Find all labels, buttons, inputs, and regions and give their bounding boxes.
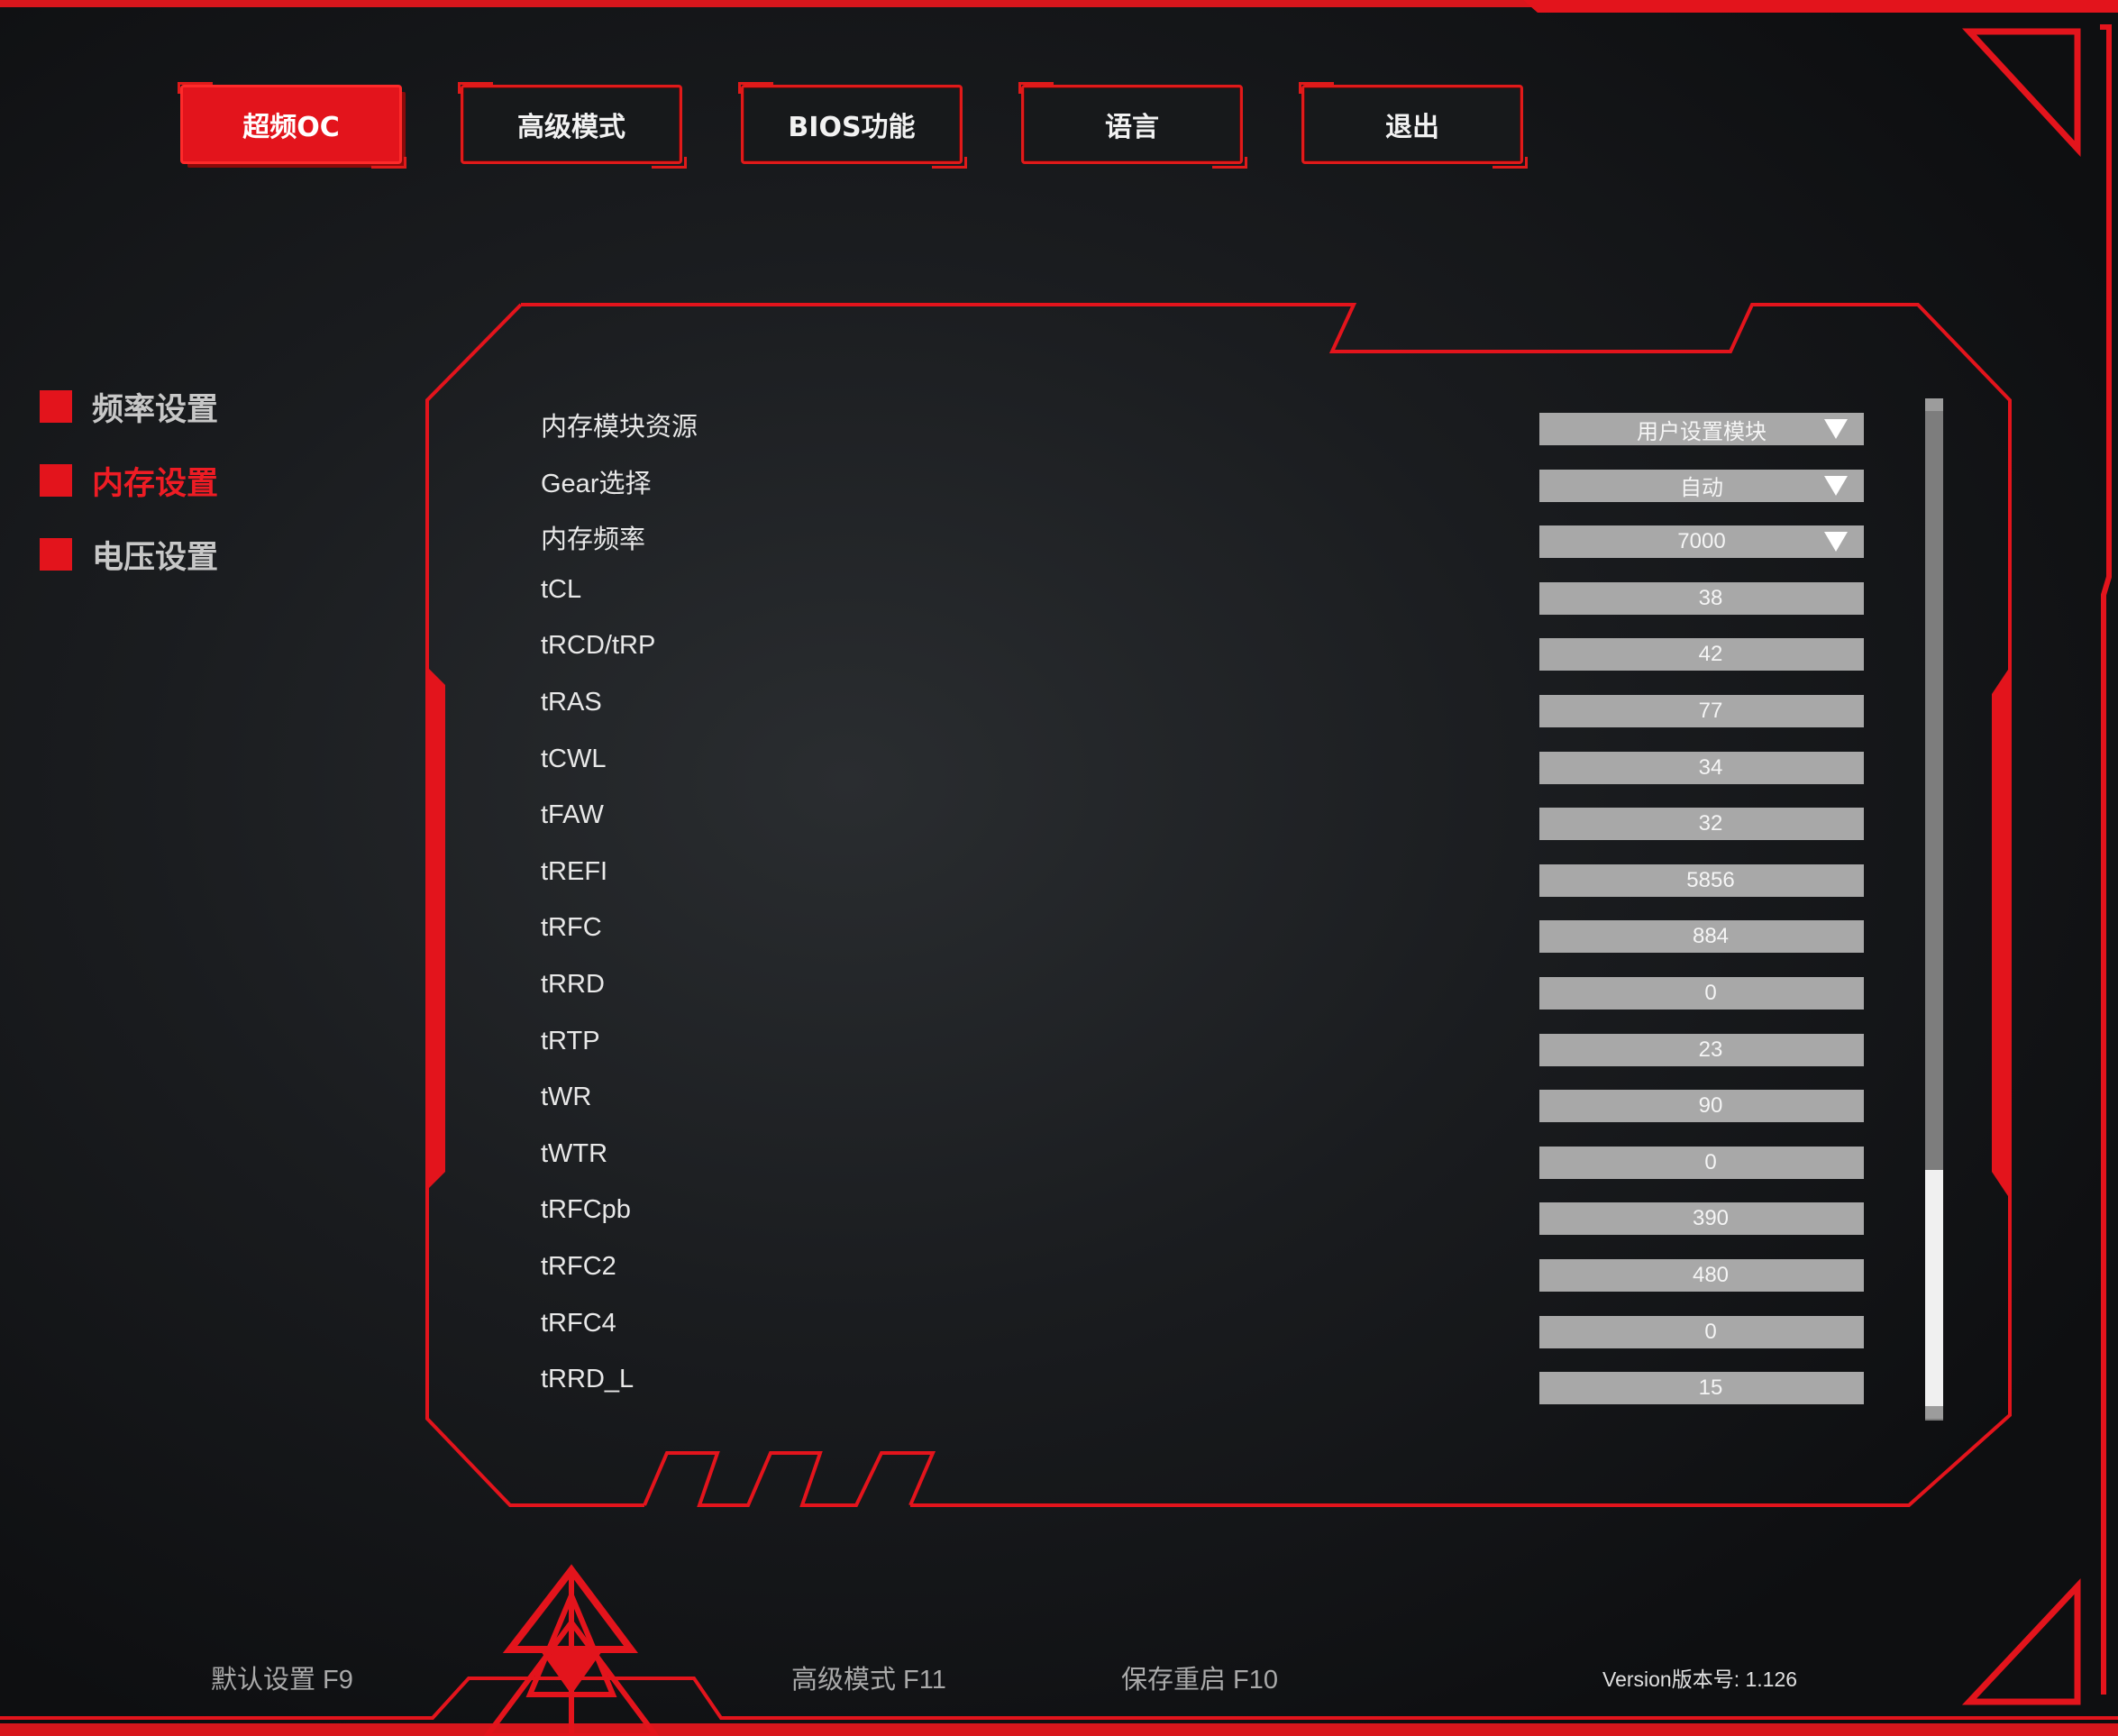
setting-value: 15 <box>1698 1375 1723 1401</box>
setting-row-trrd-l: tRRD_L 15 <box>541 1356 1866 1412</box>
setting-row-twtr: tWTR 0 <box>541 1130 1866 1187</box>
setting-value: 90 <box>1698 1093 1723 1119</box>
sidebar-item-frequency[interactable]: 频率设置 <box>40 370 218 443</box>
trefi-input[interactable]: 5856 <box>1539 863 1864 897</box>
setting-value: 5856 <box>1686 867 1735 892</box>
trtp-input[interactable]: 23 <box>1539 1033 1864 1066</box>
setting-value: 38 <box>1698 585 1723 610</box>
tcl-input[interactable]: 38 <box>1539 581 1864 615</box>
setting-row-trrd: tRRD 0 <box>541 961 1866 1018</box>
scrollbar-top-cap <box>1925 398 1943 411</box>
sidebar-item-label: 电压设置 <box>92 539 219 576</box>
square-bullet-icon <box>40 538 72 571</box>
advanced-mode-button[interactable]: 高级模式 F11 <box>791 1658 946 1696</box>
setting-row-tras: tRAS 77 <box>541 679 1866 736</box>
scrollbar-thumb[interactable] <box>1925 1170 1943 1406</box>
setting-row-gear: Gear选择 自动 <box>541 453 1866 510</box>
memory-frequency-dropdown[interactable]: 7000 <box>1539 525 1864 559</box>
setting-label: tRRD_L <box>541 1365 634 1394</box>
scrollbar-bottom-cap <box>1925 1406 1943 1419</box>
tab-advanced-mode[interactable]: 高级模式 <box>458 82 687 169</box>
setting-label: tRFCpb <box>541 1195 631 1225</box>
memory-settings-list: 内存模块资源 用户设置模块 Gear选择 自动 内存频率 7000 tCL 38… <box>541 397 1866 1412</box>
sidebar-item-label: 频率设置 <box>92 391 219 428</box>
setting-label: tRFC <box>541 913 602 943</box>
setting-label: tRCD/tRP <box>541 631 656 661</box>
triangle-down-icon <box>1824 419 1848 439</box>
tfaw-input[interactable]: 32 <box>1539 808 1864 841</box>
square-bullet-icon <box>40 464 72 497</box>
setting-label: tRRD <box>541 969 605 999</box>
sidebar-item-voltage[interactable]: 电压设置 <box>40 517 218 591</box>
triangle-down-icon <box>1824 532 1848 553</box>
version-label: Version版本号: 1.126 <box>1602 1667 1798 1691</box>
setting-row-memory-frequency: 内存频率 7000 <box>541 509 1866 566</box>
setting-row-tcl: tCL 38 <box>541 566 1866 623</box>
triangle-down-icon <box>1824 475 1848 496</box>
setting-row-trfc: tRFC 884 <box>541 904 1866 961</box>
setting-value: 23 <box>1698 1037 1723 1062</box>
setting-label: tWTR <box>541 1138 608 1168</box>
square-bullet-icon <box>40 390 72 423</box>
setting-row-trfc4: tRFC4 0 <box>541 1300 1866 1357</box>
setting-row-trfcpb: tRFCpb 390 <box>541 1186 1866 1243</box>
setting-value: 0 <box>1704 980 1717 1005</box>
setting-label: tFAW <box>541 800 604 830</box>
tab-overclock[interactable]: 超频OC <box>178 82 406 169</box>
setting-row-tcwl: tCWL 34 <box>541 736 1866 792</box>
setting-label: tCL <box>541 574 582 604</box>
sidebar: 频率设置 内存设置 电压设置 <box>40 370 218 591</box>
tras-input[interactable]: 77 <box>1539 694 1864 727</box>
setting-row-trcd-trp: tRCD/tRP 42 <box>541 622 1866 679</box>
setting-label: 内存频率 <box>541 525 646 555</box>
setting-label: tRAS <box>541 687 602 717</box>
trfc-input[interactable]: 884 <box>1539 920 1864 954</box>
setting-value: 42 <box>1698 642 1723 667</box>
trrd-l-input[interactable]: 15 <box>1539 1372 1864 1405</box>
setting-value: 32 <box>1698 811 1723 836</box>
tcwl-input[interactable]: 34 <box>1539 751 1864 784</box>
setting-label: tRFC4 <box>541 1308 616 1338</box>
tab-exit[interactable]: 退出 <box>1299 82 1528 169</box>
setting-value: 34 <box>1698 754 1723 780</box>
twr-input[interactable]: 90 <box>1539 1090 1864 1123</box>
save-restart-button[interactable]: 保存重启 F10 <box>1121 1658 1278 1696</box>
default-settings-button[interactable]: 默认设置 F9 <box>211 1658 353 1696</box>
tab-bios-features[interactable]: BIOS功能 <box>738 82 967 169</box>
triangle-emblem-logo <box>483 1564 660 1736</box>
setting-label: tWR <box>541 1083 592 1112</box>
setting-row-memory-profile: 内存模块资源 用户设置模块 <box>541 397 1866 453</box>
setting-row-trtp: tRTP 23 <box>541 1018 1866 1074</box>
setting-label: tREFI <box>541 856 608 886</box>
sidebar-item-label: 内存设置 <box>92 465 219 502</box>
setting-value: 480 <box>1692 1262 1730 1287</box>
trcd-trp-input[interactable]: 42 <box>1539 638 1864 672</box>
trrd-input[interactable]: 0 <box>1539 976 1864 1010</box>
setting-value: 884 <box>1692 924 1730 949</box>
setting-value: 7000 <box>1677 529 1726 554</box>
setting-label: tCWL <box>541 744 607 773</box>
setting-value: 0 <box>1704 1319 1717 1344</box>
setting-label: Gear选择 <box>541 469 652 498</box>
setting-value: 77 <box>1698 698 1723 723</box>
setting-value: 自动 <box>1680 476 1723 501</box>
gear-dropdown[interactable]: 自动 <box>1539 469 1864 502</box>
setting-label: tRFC2 <box>541 1251 616 1281</box>
setting-row-trfc2: tRFC2 480 <box>541 1243 1866 1300</box>
setting-value: 0 <box>1704 1149 1717 1174</box>
setting-value: 390 <box>1692 1206 1730 1231</box>
memory-profile-dropdown[interactable]: 用户设置模块 <box>1539 413 1864 445</box>
setting-value: 用户设置模块 <box>1637 419 1767 444</box>
tab-language[interactable]: 语言 <box>1018 82 1247 169</box>
trfcpb-input[interactable]: 390 <box>1539 1202 1864 1236</box>
twtr-input[interactable]: 0 <box>1539 1146 1864 1179</box>
setting-label: tRTP <box>541 1026 600 1055</box>
setting-row-trefi: tREFI 5856 <box>541 848 1866 905</box>
setting-label: 内存模块资源 <box>541 413 698 442</box>
sidebar-item-memory[interactable]: 内存设置 <box>40 443 218 517</box>
setting-row-tfaw: tFAW 32 <box>541 791 1866 848</box>
trfc4-input[interactable]: 0 <box>1539 1315 1864 1348</box>
trfc2-input[interactable]: 480 <box>1539 1258 1864 1292</box>
setting-row-twr: tWR 90 <box>541 1074 1866 1130</box>
